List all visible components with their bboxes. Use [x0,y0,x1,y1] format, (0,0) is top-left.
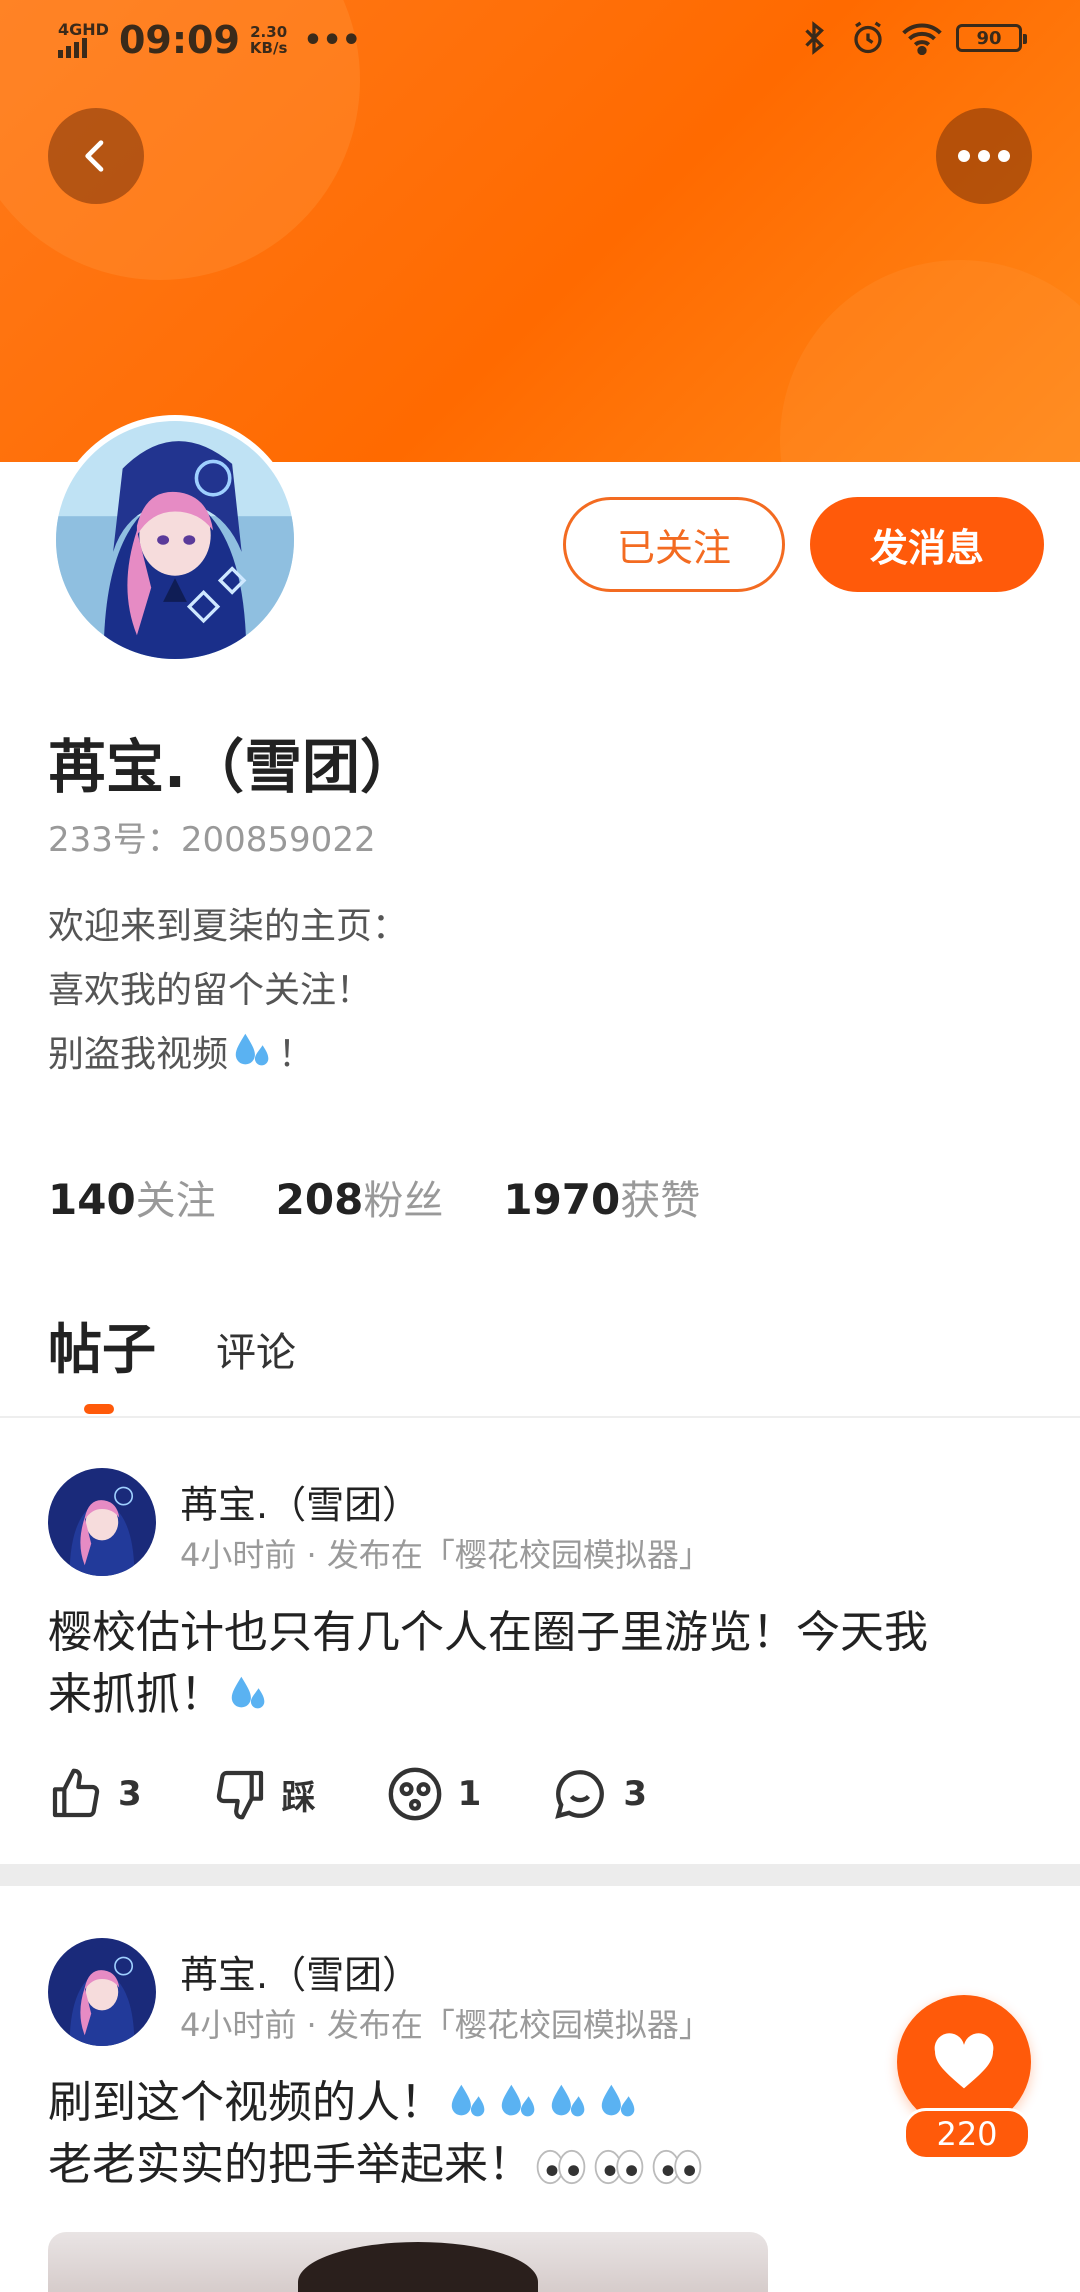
signal-bars-icon [58,38,87,58]
eyes-icon [652,2149,702,2185]
divider [0,1416,1080,1418]
sweat-drops-icon [501,2084,535,2117]
followed-button[interactable]: 已关注 [563,497,785,592]
profile-avatar[interactable] [50,415,300,665]
signal-indicator: 4GHD [58,22,109,58]
network-speed: 2.30 KB/s [249,23,288,57]
bio-line: 欢迎来到夏柒的主页： [48,906,409,947]
eyes-icon [536,2149,586,2185]
profile-tabs: 帖子 评论 [48,1305,296,1384]
network-type: 4GHD [58,20,109,39]
active-tab-indicator [84,1404,114,1414]
sweat-drops-icon [235,1033,269,1066]
bluetooth-icon [794,20,834,56]
status-bar: 4GHD 09:09 2.30 KB/s ••• 90 [0,0,1080,80]
profile-uid: 233号：200859022 [48,820,376,860]
wifi-icon [902,20,942,56]
stat-followers[interactable]: 208粉丝 [276,1168,444,1226]
chevron-left-icon [85,140,104,172]
avatar-illustration [48,1468,156,1576]
stat-following[interactable]: 140关注 [48,1168,216,1226]
post-meta: 4小时前 · 发布在「樱花校园模拟器」 [180,1536,711,1574]
alarm-icon [848,20,888,56]
send-message-button[interactable]: 发消息 [810,497,1044,592]
bio-line: 别盗我视频！ [48,1023,408,1087]
profile-bio: 欢迎来到夏柒的主页： 喜欢我的留个关注！ 别盗我视频！ [48,895,408,1087]
sweat-drops-icon [231,1676,265,1709]
profile-stats: 140关注 208粉丝 1970获赞 [48,1168,700,1226]
emoji-reaction-button[interactable]: 1 [386,1765,481,1823]
clock: 09:09 [118,18,240,62]
post-author-avatar[interactable] [48,1468,156,1576]
post-text: 刷到这个视频的人！ 老老实实的把手举起来！ [48,2072,1038,2196]
dislike-button[interactable]: 踩 [212,1766,316,1822]
battery-indicator: 90 [956,24,1027,52]
sweat-drops-icon [451,2084,485,2117]
profile-name: 苒宝.（雪团） [48,733,419,801]
more-options-button[interactable] [936,108,1032,204]
thumbs-up-icon [52,1768,100,1818]
bio-line: 喜欢我的留个关注！ [48,970,373,1011]
tab-comments[interactable]: 评论 [216,1320,296,1384]
floating-like-count: 220 [903,2108,1031,2160]
post-author-name[interactable]: 苒宝.（雪团） [180,1474,420,1529]
banner-decoration [780,260,1080,462]
section-separator [0,1864,1080,1886]
heart-icon [934,2033,994,2089]
more-notifications-icon: ••• [303,22,361,58]
thumbs-down-icon [216,1770,263,1820]
back-button[interactable] [48,108,144,204]
post-text: 樱校估计也只有几个人在圈子里游览！今天我 来抓抓！ [48,1607,928,1720]
video-preview-figure [298,2242,538,2292]
comment-button[interactable]: 3 [551,1765,647,1823]
post-actions: 3 踩 1 3 [48,1765,717,1823]
comment-icon [555,1770,605,1819]
post-author-avatar[interactable] [48,1938,156,2046]
post-video-thumbnail[interactable] [48,2232,768,2292]
avatar-illustration [48,1938,156,2046]
post-meta: 4小时前 · 发布在「樱花校园模拟器」 [180,2006,711,2044]
eyes-icon [594,2149,644,2185]
sweat-drops-icon [551,2084,585,2117]
like-button[interactable]: 3 [48,1766,142,1822]
post-author-name[interactable]: 苒宝.（雪团） [180,1944,420,1999]
stat-likes: 1970获赞 [503,1175,701,1224]
sweat-drops-icon [601,2084,635,2117]
dizzy-face-icon [388,1767,442,1821]
tab-posts[interactable]: 帖子 [48,1305,156,1384]
avatar-illustration [56,421,294,659]
more-horizontal-icon [958,150,1010,162]
